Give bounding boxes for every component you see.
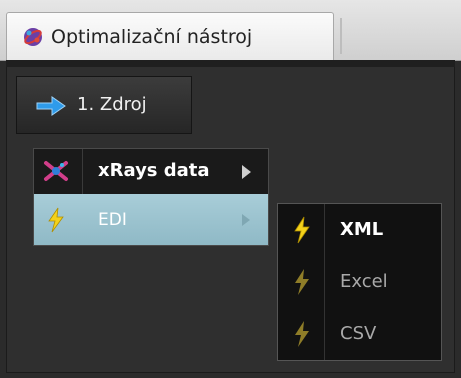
arrow-right-icon [36,96,66,116]
menu-item-edi[interactable]: EDI [34,194,268,245]
submenu-arrow-icon [242,165,251,179]
tab-separator [340,18,342,54]
optimizer-globe-icon [24,28,42,46]
menu-item-label: CSV [340,323,377,344]
edi-submenu: XML Excel CSV [277,203,442,361]
tab-bar: Optimalizační nástroj [0,0,461,61]
panel-top-border [6,60,455,67]
submenu-arrow-icon [242,214,250,226]
menu-item-label: xRays data [98,160,210,181]
menu-item-csv[interactable]: CSV [278,308,441,360]
menu-divider [82,149,83,194]
lightning-icon [295,269,309,295]
xrays-icon [44,161,68,181]
menu-item-xml[interactable]: XML [278,204,441,256]
menu-item-label: XML [340,219,384,240]
menu-item-xrays-data[interactable]: xRays data [34,149,268,194]
menu-item-label: Excel [340,271,388,292]
step-label: 1. Zdroj [77,94,147,115]
menu-item-label: EDI [98,210,127,230]
step-source-button[interactable]: 1. Zdroj [16,76,192,134]
menu-item-excel[interactable]: Excel [278,256,441,308]
lightning-icon [295,321,309,347]
lightning-icon [294,216,310,244]
source-menu: xRays data EDI [33,148,269,246]
tab-label: Optimalizační nástroj [51,26,253,48]
lightning-icon [48,207,64,233]
tab-optimizer[interactable]: Optimalizační nástroj [6,12,334,60]
